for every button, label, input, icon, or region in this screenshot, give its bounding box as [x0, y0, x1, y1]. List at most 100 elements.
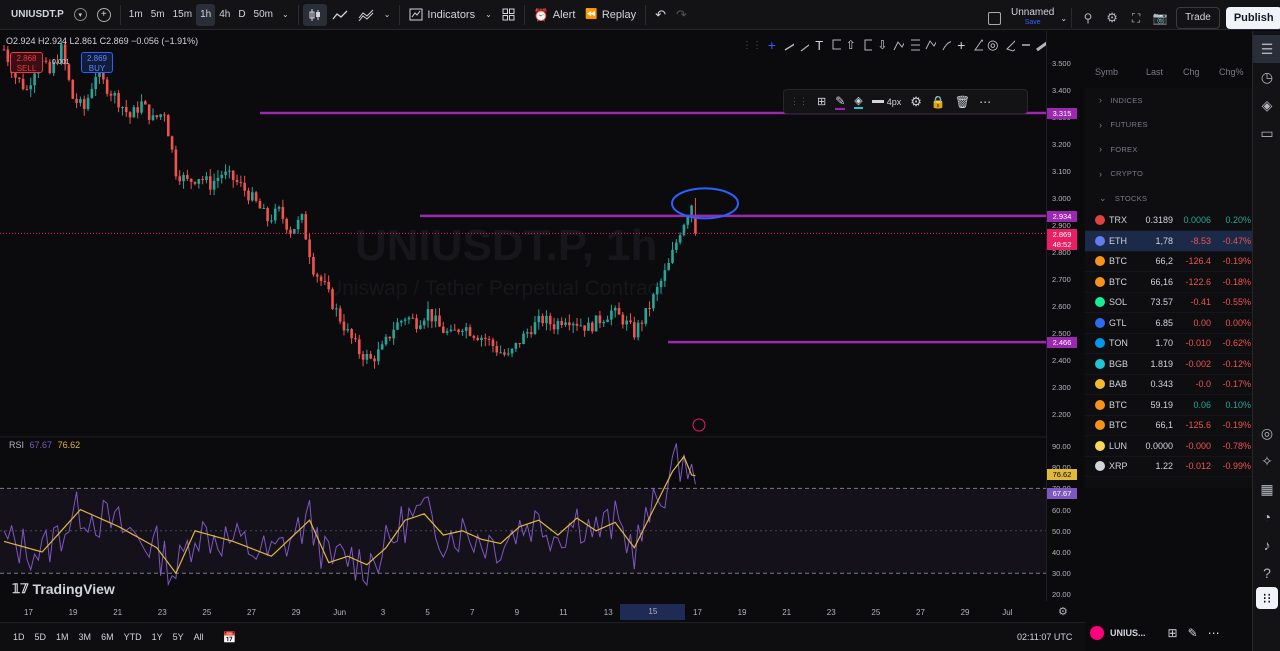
bar-chart-button[interactable] [353, 4, 379, 26]
help-icon[interactable]: ? [1253, 559, 1280, 587]
templates-button[interactable] [497, 4, 520, 26]
more-options-icon[interactable]: ⋯ [1208, 626, 1220, 640]
watchlist-row[interactable]: SOL 73.57 -0.41 -0.55% [1085, 293, 1252, 313]
range-3m[interactable]: 3M [74, 632, 97, 642]
trade-button[interactable]: Trade [1176, 7, 1220, 29]
watchlist-section-futures[interactable]: › FUTURES [1085, 113, 1252, 138]
watchlist-section-forex[interactable]: › FOREX [1085, 137, 1252, 162]
settings-gear-icon[interactable]: ⚙ [1100, 4, 1124, 32]
calendar-icon[interactable]: ▦ [1253, 475, 1280, 503]
watchlist-row[interactable]: GTL 6.85 0.00 0.00% [1085, 313, 1252, 334]
arrow-up-icon[interactable]: ⇧ [845, 38, 857, 52]
undo-button[interactable]: ↶ [650, 4, 671, 26]
more-options-icon[interactable]: ⋯ [979, 95, 991, 109]
line-chart-button[interactable] [327, 4, 353, 26]
template-grid-icon[interactable]: ⊞ [817, 95, 826, 108]
edit-icon[interactable]: ✎ [1188, 626, 1198, 640]
price-chart-canvas[interactable] [0, 31, 1046, 601]
watchlist-section-indices[interactable]: › INDICES [1085, 88, 1252, 113]
watchlist-row[interactable]: TON 1.70 -0.010 -0.62% [1085, 334, 1252, 354]
timeframe-5m[interactable]: 5m [147, 4, 169, 26]
sell-button[interactable]: 2.868 SELL [10, 52, 43, 73]
watchlist-row[interactable]: BTC 66,16 -122.6 -0.18% [1085, 272, 1252, 293]
compare-symbol-button[interactable]: + [92, 4, 116, 26]
layers-icon[interactable]: ◈ [1253, 91, 1280, 119]
watchlist-icon[interactable]: ☰ [1253, 35, 1280, 63]
fullscreen-icon[interactable]: ⛶ [1124, 4, 1148, 32]
range-1d[interactable]: 1D [8, 632, 30, 642]
axis-settings-gear-icon[interactable]: ⚙ [1058, 605, 1068, 618]
range-5d[interactable]: 5D [30, 632, 52, 642]
eraser-icon[interactable] [1003, 37, 1015, 53]
cross-line-icon[interactable]: + [955, 37, 967, 53]
indicators-dropdown-icon[interactable]: ⌄ [480, 4, 497, 26]
drag-handle-icon[interactable]: ⋮⋮ [742, 40, 762, 51]
timeframe-dropdown-icon[interactable]: ⌄ [277, 4, 294, 26]
quick-search-icon[interactable]: ⚲ [1076, 4, 1100, 32]
line-width-button[interactable]: 4px [871, 97, 901, 107]
lock-icon[interactable]: 🔒 [931, 95, 946, 109]
drag-handle-icon[interactable]: ⋮⋮ [790, 96, 808, 107]
watchlist-row[interactable]: BTC 66,2 -126.4 -0.19% [1085, 252, 1252, 272]
timeframe-1m[interactable]: 1m [125, 4, 147, 26]
col-chg[interactable]: Chg [1183, 67, 1200, 77]
highlight-ellipse[interactable] [671, 187, 739, 220]
camera-icon[interactable]: 📷 [1148, 4, 1172, 32]
col-last[interactable]: Last [1146, 67, 1163, 77]
trend-line-icon[interactable] [782, 37, 794, 53]
watchlist-row[interactable]: BTC 59.19 0.06 0.10% [1085, 395, 1252, 416]
timeframe-50m[interactable]: 50m [250, 4, 277, 26]
buy-button[interactable]: 2.869 BUY [81, 52, 113, 73]
watchlist-row[interactable]: LUN 0.0000 -0.000 -0.78% [1085, 436, 1252, 457]
settings-gear-icon[interactable]: ⚙ [910, 94, 922, 110]
elliott-wave-icon[interactable] [924, 37, 936, 53]
timeframe-4h[interactable]: 4h [215, 4, 234, 26]
watchlist-section-crypto[interactable]: › CRYPTO [1085, 162, 1252, 187]
chat-icon[interactable]: ▭ [1253, 119, 1280, 147]
crosshair-icon[interactable]: + [766, 37, 778, 53]
layout-grid-icon[interactable]: ⊞ [1168, 626, 1178, 640]
symbol-search-button[interactable]: UNIUSDT.P [6, 4, 69, 26]
symbol-options-icon[interactable]: ▾ [69, 4, 92, 26]
lightning-icon[interactable] [692, 418, 706, 432]
timeframe-D[interactable]: D [234, 4, 249, 26]
chart-type-dropdown-icon[interactable]: ⌄ [379, 4, 396, 26]
text-tool-icon[interactable]: T [813, 38, 825, 53]
timeframe-1h[interactable]: 1h [196, 3, 216, 26]
apps-grid-icon[interactable]: ⁝⁝ [1256, 587, 1278, 609]
range-1m[interactable]: 1M [51, 632, 74, 642]
indicators-button[interactable]: Indicators [404, 4, 480, 26]
col-symbol[interactable]: Symb [1095, 67, 1118, 77]
layout-checkbox[interactable] [988, 11, 1001, 25]
utc-clock[interactable]: 02:11:07 UTC [1017, 632, 1072, 642]
bar-style-button[interactable] [302, 3, 327, 26]
target-icon[interactable]: ◎ [1253, 419, 1280, 447]
alerts-clock-icon[interactable]: ◷ [1253, 63, 1280, 91]
replay-button[interactable]: ⏪ Replay [580, 4, 641, 26]
range-5y[interactable]: 5Y [168, 632, 189, 642]
signal-icon[interactable]: ◔ [1253, 503, 1280, 531]
watchlist-row[interactable]: ETH 1,78 -8.53 -0.47% [1085, 231, 1252, 252]
details-symbol[interactable]: UNIUS... [1110, 628, 1146, 638]
ray-icon[interactable] [798, 37, 810, 53]
range-all[interactable]: All [189, 632, 209, 642]
watchlist-row[interactable]: XRP 1.22 -0.012 -0.99% [1085, 457, 1252, 477]
horizontal-line-icon[interactable] [1019, 37, 1031, 53]
watchlist-row[interactable]: TRX 0.3189 0.0006 0.20% [1085, 211, 1252, 231]
redo-button[interactable]: ↷ [671, 4, 692, 26]
ruler-icon[interactable] [1034, 37, 1047, 53]
lightbulb-icon[interactable]: ✧ [1253, 447, 1280, 475]
target-icon[interactable]: ◎ [987, 37, 999, 53]
layout-name-button[interactable]: Unnamed Save [1011, 8, 1054, 28]
rectangle-icon[interactable] [861, 37, 873, 53]
brush-icon[interactable] [940, 37, 952, 53]
col-chg-pct[interactable]: Chg% [1219, 67, 1244, 77]
measure-icon[interactable] [971, 37, 983, 53]
watchlist-row[interactable]: BTC 66,1 -125.6 -0.19% [1085, 416, 1252, 436]
range-1y[interactable]: 1Y [147, 632, 168, 642]
notifications-bell-icon[interactable]: ♪ [1253, 531, 1280, 559]
callout-icon[interactable] [829, 37, 841, 53]
pencil-color-icon[interactable]: ✎ [835, 94, 846, 110]
pattern-icon[interactable] [892, 37, 905, 53]
watchlist-row[interactable]: BAB 0.343 -0.0 -0.17% [1085, 375, 1252, 395]
